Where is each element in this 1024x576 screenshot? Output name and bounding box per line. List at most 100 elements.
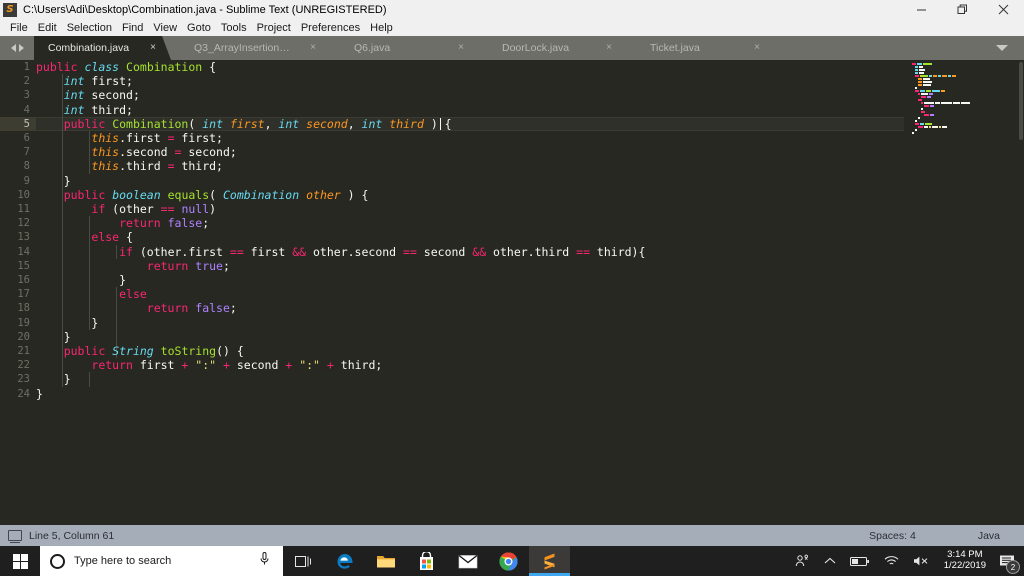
search-input[interactable]: Type here to search bbox=[40, 546, 283, 576]
tab-q6-java[interactable]: Q6.java × bbox=[331, 36, 479, 60]
task-view-button[interactable] bbox=[283, 546, 324, 576]
wifi-icon bbox=[884, 556, 899, 565]
code-line-8: this.third = third; bbox=[91, 159, 223, 174]
code-line-11: if (other == null) bbox=[91, 202, 217, 216]
line-number: 17 bbox=[17, 288, 30, 301]
code-line-24: } bbox=[36, 386, 43, 401]
menu-help[interactable]: Help bbox=[365, 21, 398, 35]
notification-button[interactable]: 2 bbox=[994, 546, 1024, 576]
line-number: 15 bbox=[17, 259, 30, 272]
code-line-13: else { bbox=[91, 230, 133, 245]
restore-button[interactable] bbox=[942, 0, 983, 19]
windows-start-icon bbox=[12, 553, 28, 569]
code-line-5: public Combination( int first, int secon… bbox=[63, 116, 452, 131]
close-button[interactable] bbox=[983, 0, 1024, 19]
code-content[interactable]: public class Combination { int first; in… bbox=[36, 60, 1024, 525]
windows-taskbar: Type here to search 3:14 PM 1/22/2019 2 bbox=[0, 546, 1024, 576]
menu-goto[interactable]: Goto bbox=[182, 21, 216, 35]
chevron-down-icon bbox=[996, 45, 1008, 51]
close-icon[interactable]: × bbox=[604, 43, 612, 53]
desktop: S C:\Users\Adi\Desktop\Combination.java … bbox=[0, 0, 1024, 576]
menu-bar: File Edit Selection Find View Goto Tools… bbox=[0, 19, 1024, 36]
cursor-position: Line 5, Column 61 bbox=[29, 529, 115, 542]
sublime-text-icon bbox=[544, 553, 555, 569]
menu-find[interactable]: Find bbox=[117, 21, 148, 35]
code-line-7: this.second = second; bbox=[91, 145, 237, 160]
line-number: 13 bbox=[17, 231, 30, 244]
sublime-text-button[interactable] bbox=[529, 546, 570, 576]
text-cursor bbox=[440, 118, 441, 130]
menu-selection[interactable]: Selection bbox=[62, 21, 117, 35]
battery-button[interactable] bbox=[843, 546, 877, 576]
code-line-10: public boolean equals( Combination other… bbox=[63, 187, 369, 202]
line-number: 23 bbox=[17, 373, 30, 386]
line-number: 21 bbox=[17, 345, 30, 357]
line-number: 11 bbox=[17, 203, 30, 215]
clock-date: 1/22/2019 bbox=[943, 560, 986, 571]
code-line-22: return first + ":" + second + ":" + thir… bbox=[91, 358, 383, 373]
tab-ticket-java[interactable]: Ticket.java × bbox=[627, 36, 775, 60]
notification-count-badge: 2 bbox=[1006, 560, 1020, 574]
tab-doorlock-java[interactable]: DoorLock.java × bbox=[479, 36, 627, 60]
close-icon[interactable]: × bbox=[456, 43, 464, 53]
code-line-12: return false; bbox=[119, 216, 210, 231]
menu-edit[interactable]: Edit bbox=[33, 21, 62, 35]
chrome-button[interactable] bbox=[488, 546, 529, 576]
arrow-left-icon[interactable] bbox=[10, 44, 16, 52]
start-button[interactable] bbox=[0, 546, 40, 576]
menu-project[interactable]: Project bbox=[252, 21, 296, 35]
code-editor[interactable]: 1 2 3 4 5 6 7 8 9 10 11 12 13 14 15 16 1… bbox=[0, 60, 1024, 525]
line-number: 6 bbox=[23, 132, 30, 144]
line-number: 2 bbox=[23, 75, 30, 88]
menu-file[interactable]: File bbox=[5, 21, 33, 35]
line-number: 24 bbox=[17, 387, 30, 400]
status-bar: Line 5, Column 61 Spaces: 4 Java bbox=[0, 525, 1024, 546]
close-icon[interactable]: × bbox=[308, 43, 316, 53]
line-number: 10 bbox=[17, 188, 30, 201]
network-button[interactable] bbox=[877, 546, 906, 576]
file-explorer-button[interactable] bbox=[365, 546, 406, 576]
edge-icon bbox=[337, 554, 353, 569]
line-number: 9 bbox=[23, 174, 30, 187]
menu-view[interactable]: View bbox=[148, 21, 182, 35]
edge-button[interactable] bbox=[324, 546, 365, 576]
code-line-14: if (other.first == first && other.second… bbox=[119, 244, 646, 259]
tab-label: Ticket.java bbox=[650, 42, 700, 54]
tab-overflow-menu[interactable] bbox=[980, 36, 1024, 60]
microsoft-store-button[interactable] bbox=[406, 546, 447, 576]
line-number: 19 bbox=[17, 316, 30, 329]
volume-button[interactable] bbox=[906, 546, 936, 576]
minimap[interactable] bbox=[904, 60, 1024, 525]
tray-overflow-button[interactable] bbox=[817, 546, 843, 576]
code-line-1: public class Combination { bbox=[36, 60, 217, 74]
tab-q3-arrayinsertiondemo-java[interactable]: Q3_ArrayInsertionDemo.java × bbox=[171, 36, 331, 60]
line-number: 7 bbox=[23, 146, 30, 159]
cortana-circle-icon bbox=[50, 553, 65, 569]
status-bar-right: Spaces: 4 Java bbox=[869, 525, 1024, 546]
syntax-mode[interactable]: Java bbox=[978, 530, 1000, 542]
line-number: 8 bbox=[23, 160, 30, 173]
sublime-icon: S bbox=[2, 2, 18, 18]
people-button[interactable] bbox=[787, 546, 817, 576]
close-icon[interactable]: × bbox=[752, 43, 760, 53]
volume-muted-icon bbox=[913, 556, 928, 566]
arrow-right-icon[interactable] bbox=[18, 44, 24, 52]
encoding-icon bbox=[8, 530, 22, 543]
close-icon[interactable]: × bbox=[148, 43, 156, 53]
line-number: 4 bbox=[23, 103, 30, 116]
indentation-setting[interactable]: Spaces: 4 bbox=[869, 530, 916, 542]
minimize-button[interactable] bbox=[901, 0, 942, 19]
minimap-scrollbar[interactable] bbox=[1019, 62, 1023, 140]
code-line-4: int third; bbox=[63, 102, 133, 117]
code-line-20: } bbox=[36, 329, 71, 344]
menu-tools[interactable]: Tools bbox=[216, 21, 252, 35]
code-line-16: } bbox=[36, 273, 127, 287]
menu-preferences[interactable]: Preferences bbox=[296, 21, 365, 35]
window-title: C:\Users\Adi\Desktop\Combination.java - … bbox=[23, 3, 387, 16]
clock[interactable]: 3:14 PM 1/22/2019 bbox=[936, 546, 994, 576]
microphone-icon[interactable] bbox=[258, 551, 271, 571]
tab-combination-java[interactable]: Combination.java × bbox=[34, 36, 171, 60]
mail-button[interactable] bbox=[447, 546, 488, 576]
tab-label: Q6.java bbox=[354, 42, 391, 54]
line-number: 16 bbox=[17, 274, 30, 286]
